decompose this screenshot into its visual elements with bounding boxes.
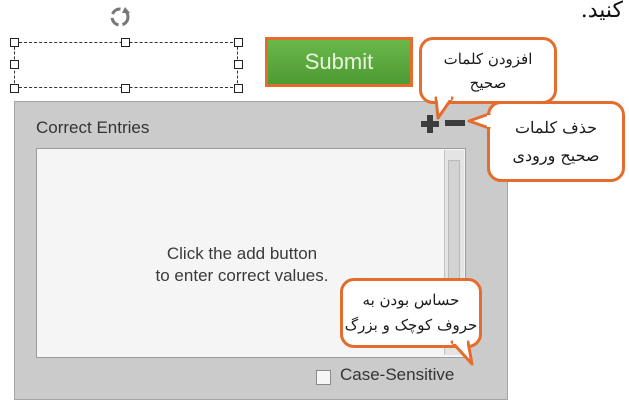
callout-add-words: افزودن کلمات صحیح xyxy=(419,37,557,104)
resize-handle-bottom-left[interactable] xyxy=(10,84,19,93)
callout-case-sensitive: حساس بودن به حروف کوچک و بزرگ xyxy=(340,278,482,348)
resize-handle-middle-left[interactable] xyxy=(10,60,19,69)
submit-button[interactable]: Submit xyxy=(265,37,413,87)
resize-handle-top-center[interactable] xyxy=(121,38,130,47)
callout-delete-line-2: صحیح ورودی xyxy=(512,145,600,165)
hint-line-2: to enter correct values. xyxy=(155,266,329,285)
hint-line-1: Click the add button xyxy=(166,244,318,263)
resize-handle-top-right[interactable] xyxy=(234,38,243,47)
callout-delete-words: حذف کلمات صحیح ورودی xyxy=(487,101,625,182)
text-input-placeholder[interactable] xyxy=(14,42,238,88)
callout-case-line-2: حروف کوچک و بزرگ xyxy=(344,316,478,334)
callout-add-pointer xyxy=(434,96,454,120)
callout-case-line-1: حساس بودن به xyxy=(362,291,460,309)
resize-handle-top-left[interactable] xyxy=(10,38,19,47)
case-sensitive-checkbox[interactable] xyxy=(316,370,331,385)
resize-handle-bottom-center[interactable] xyxy=(121,84,130,93)
callout-case-pointer xyxy=(450,340,474,366)
callout-delete-pointer xyxy=(467,112,492,130)
callout-add-line-1: افزودن کلمات xyxy=(443,49,533,68)
case-sensitive-label: Case-Sensitive xyxy=(340,365,455,384)
page-text-fragment: کنید. xyxy=(580,0,623,23)
panel-title: Correct Entries xyxy=(36,118,150,137)
empty-list-hint: Click the add button to enter correct va… xyxy=(112,243,372,287)
resize-handle-bottom-right[interactable] xyxy=(234,84,243,93)
resize-handle-middle-right[interactable] xyxy=(234,60,243,69)
callout-delete-line-1: حذف کلمات xyxy=(514,117,598,137)
callout-add-line-2: صحیح xyxy=(469,73,507,92)
rotate-icon[interactable] xyxy=(107,4,133,30)
